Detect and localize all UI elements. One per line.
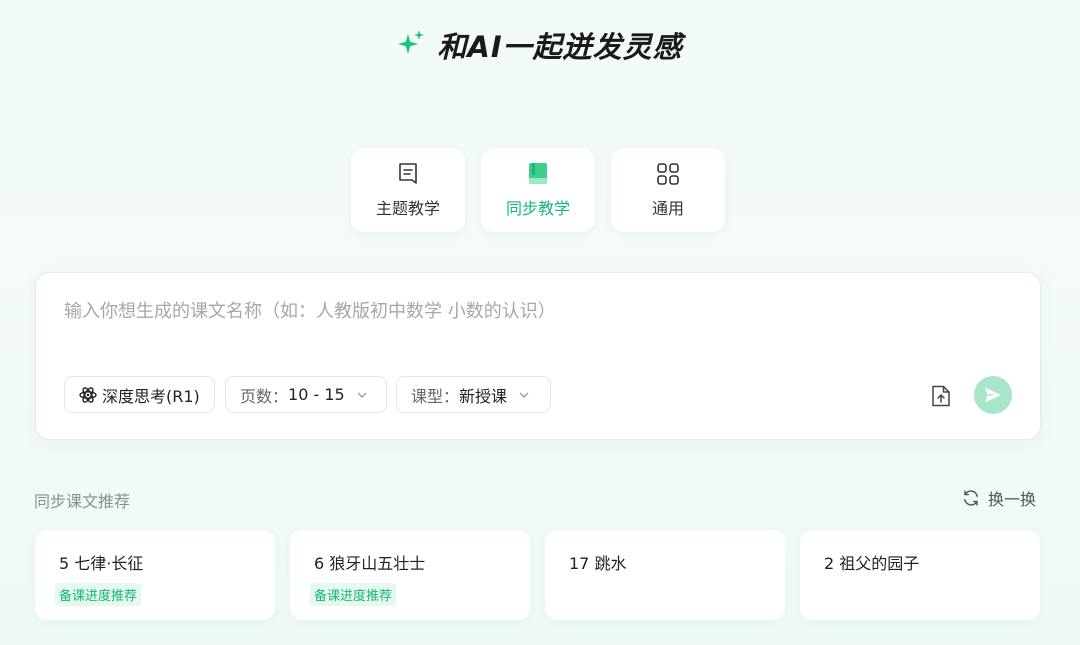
progress-badge: 备课进度推荐 [55,583,142,606]
tab-theme-teaching[interactable]: 主题教学 [350,147,466,233]
prompt-composer: 深度思考(R1) 页数： 10 - 15 课型： 新授课 [35,272,1041,440]
lesson-card[interactable]: 6 狼牙山五壮士 备课进度推荐 [290,530,530,620]
lesson-type-select[interactable]: 课型： 新授课 [396,376,551,413]
deep-think-label: 深度思考(R1) [102,386,200,406]
send-icon [983,385,1003,405]
document-icon [396,162,420,186]
lesson-card-title: 17 跳水 [569,554,627,573]
lesson-name-input[interactable] [64,301,964,322]
refresh-button[interactable]: 换一换 [962,486,1036,510]
mode-tabs: 主题教学 同步教学 通用 [350,147,726,233]
tab-general[interactable]: 通用 [610,147,726,233]
refresh-icon [962,489,980,507]
lesson-card-title: 5 七律·长征 [59,554,144,573]
progress-badge: 备课进度推荐 [310,583,397,606]
hero: 和AI一起迸发灵感 [0,24,1080,66]
pages-value: 10 - 15 [288,385,345,404]
book-icon [526,162,550,186]
page-title: 和AI一起迸发灵感 [437,30,683,64]
lesson-card[interactable]: 17 跳水 [545,530,785,620]
tab-label: 主题教学 [375,199,440,218]
lesson-card[interactable]: 5 七律·长征 备课进度推荐 [35,530,275,620]
upload-file-button[interactable] [930,384,952,408]
upload-file-icon [931,385,951,407]
atom-icon [79,386,97,404]
recommend-list: 5 七律·长征 备课进度推荐 6 狼牙山五壮士 备课进度推荐 17 跳水 2 祖… [35,530,1040,620]
lesson-card-title: 2 祖父的园子 [824,554,920,573]
pages-select[interactable]: 页数： 10 - 15 [225,376,387,413]
lesson-type-label: 课型： [411,386,460,406]
tab-label: 同步教学 [505,199,570,218]
chevron-down-icon [519,392,529,398]
lesson-card-title: 6 狼牙山五壮士 [314,554,426,573]
pages-label: 页数： [240,386,289,406]
recommend-title: 同步课文推荐 [34,492,131,511]
sparkle-icon [397,29,425,61]
tab-sync-teaching[interactable]: 同步教学 [480,147,596,233]
refresh-label: 换一换 [988,490,1037,509]
lesson-card[interactable]: 2 祖父的园子 [800,530,1040,620]
tab-label: 通用 [651,199,684,218]
deep-think-toggle[interactable]: 深度思考(R1) [64,376,215,413]
grid-icon [656,162,680,186]
send-button[interactable] [974,376,1012,414]
chevron-down-icon [357,392,367,398]
lesson-type-value: 新授课 [459,386,508,406]
